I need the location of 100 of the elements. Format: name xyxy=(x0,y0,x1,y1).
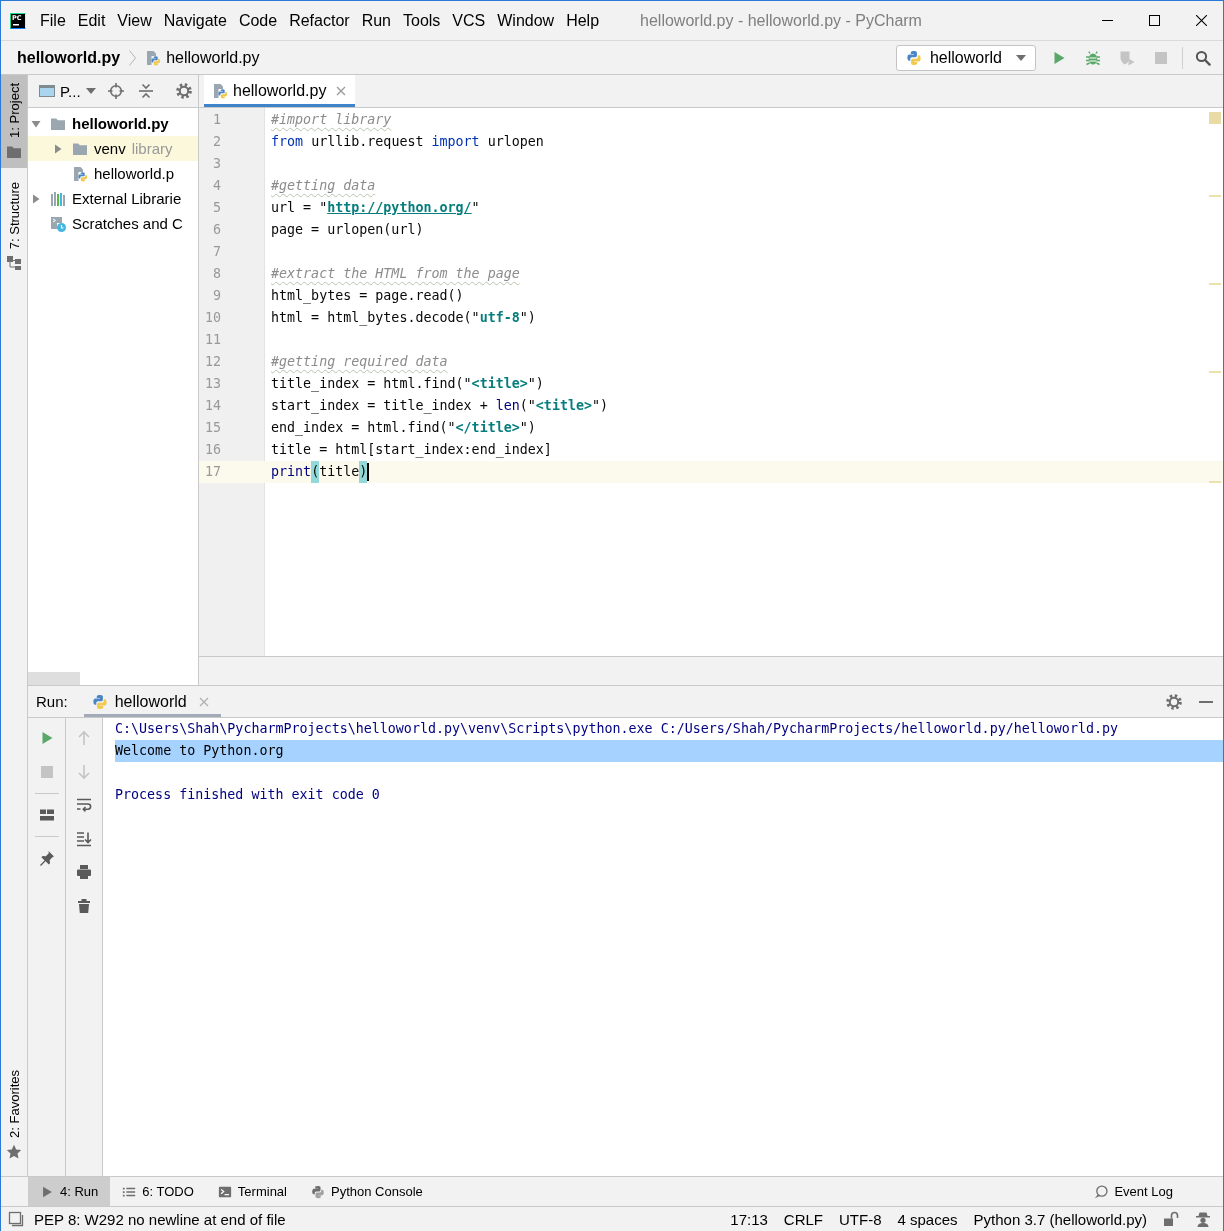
code-line: page = urlopen(url) xyxy=(271,221,424,239)
line-number: 2 xyxy=(211,133,221,151)
code-line: #getting data xyxy=(271,177,376,195)
status-widget[interactable]: 17:13 xyxy=(730,1210,768,1228)
python-logo-icon xyxy=(311,1184,325,1199)
minimize-icon[interactable] xyxy=(1199,700,1213,703)
run-configuration-dropdown[interactable]: helloworld xyxy=(895,44,1036,71)
line-number: 11 xyxy=(203,331,221,349)
text-cursor xyxy=(367,463,370,481)
python-logo-icon xyxy=(905,49,922,66)
menu-item[interactable]: Refactor xyxy=(283,10,356,31)
menu-item[interactable]: Navigate xyxy=(157,10,233,31)
tool-window-tab[interactable]: 1: Project xyxy=(1,75,27,168)
code-line: #extract the HTML from the page xyxy=(271,265,520,283)
code-line: #import library xyxy=(271,111,392,129)
menu-item[interactable]: Code xyxy=(232,10,284,31)
crosshair-icon[interactable] xyxy=(107,83,124,99)
maximize-icon[interactable] xyxy=(1149,15,1160,26)
person-hat-icon[interactable] xyxy=(1195,1211,1211,1227)
matching-brace: ( xyxy=(311,461,320,483)
code-line: url = "http://python.org/" xyxy=(271,199,480,217)
console-line: C:\Users\Shah\PycharmProjects\helloworld.py\venv\Scripts\python.exe C:/Users/Shah/PycharmProjects/helloworld.py/helloworld.py xyxy=(115,720,1119,738)
line-number: 13 xyxy=(203,375,221,393)
code-line: from urllib.request import urlopen xyxy=(271,133,544,151)
menu-item[interactable]: File xyxy=(34,10,72,31)
lock-icon[interactable] xyxy=(1163,1211,1179,1227)
terminal-icon xyxy=(217,1184,232,1199)
play-icon xyxy=(40,1184,54,1199)
line-number: 14 xyxy=(203,397,221,415)
console-line: Process finished with exit code 0 xyxy=(115,786,380,804)
tree-item[interactable]: External Librarie xyxy=(30,186,182,211)
speech-bubble-icon xyxy=(1094,1184,1109,1199)
star-icon xyxy=(6,1144,22,1160)
collapse-icon[interactable] xyxy=(137,83,154,99)
triangle-right-icon[interactable] xyxy=(52,142,64,155)
status-widget[interactable]: CRLF xyxy=(783,1210,823,1228)
menu-item[interactable]: View xyxy=(111,10,158,31)
code-line: title = html[start_index:end_index] xyxy=(271,441,552,460)
run-tab[interactable]: helloworld xyxy=(83,686,221,717)
matching-brace: ) xyxy=(359,461,368,483)
menu-item[interactable]: Window xyxy=(491,10,561,31)
scroll-to-end-icon[interactable] xyxy=(76,830,92,847)
line-number: 12 xyxy=(203,353,221,371)
scrollbar-thumb[interactable] xyxy=(28,672,80,685)
code-line: start_index = title_index + len("<title>") xyxy=(271,397,609,416)
layout-icon[interactable] xyxy=(38,807,55,823)
view-dropdown[interactable]: P... xyxy=(39,82,96,100)
code-line: end_index = html.find("</title>") xyxy=(271,419,536,438)
window-icon xyxy=(39,83,55,99)
menu-item[interactable]: Run xyxy=(355,10,397,31)
triangle-right-icon[interactable] xyxy=(30,192,42,205)
line-number: 9 xyxy=(211,287,221,305)
window-icon[interactable] xyxy=(8,1211,24,1227)
gear-icon[interactable] xyxy=(1166,693,1182,710)
status-message: PEP 8: W292 no newline at end of file xyxy=(34,1210,286,1228)
line-number: 16 xyxy=(203,441,221,459)
tool-window-tab[interactable]: 2: Favorites xyxy=(1,1062,27,1168)
tool-window-tab[interactable]: 7: Structure xyxy=(1,173,27,280)
line-number: 1 xyxy=(211,111,221,129)
scratch-clock-icon xyxy=(50,215,66,232)
status-widget[interactable]: Python 3.7 (helloworld.py) xyxy=(973,1210,1147,1228)
breadcrumb[interactable]: helloworld.py xyxy=(17,48,121,67)
python-file-icon xyxy=(145,49,162,66)
code-line: html_bytes = page.read() xyxy=(271,287,464,306)
tool-window-button[interactable]: 4: Run xyxy=(28,1177,111,1206)
line-number: 6 xyxy=(211,221,221,239)
tree-item[interactable]: Scratches and C xyxy=(30,211,183,236)
tool-window-button[interactable]: 6: TODO xyxy=(110,1177,206,1206)
code-line: #getting required data xyxy=(271,353,448,371)
breadcrumb[interactable]: helloworld.py xyxy=(145,48,260,67)
soft-wrap-icon[interactable] xyxy=(76,797,92,813)
tool-window-button[interactable]: Python Console xyxy=(299,1177,435,1206)
search-icon[interactable] xyxy=(1195,49,1211,66)
panel-title: Run: xyxy=(36,693,68,710)
tool-window-button[interactable]: Terminal xyxy=(205,1177,299,1206)
status-widget[interactable]: 4 spaces xyxy=(897,1210,958,1228)
python-file-icon xyxy=(212,83,228,99)
tree-item[interactable]: helloworld.p xyxy=(52,161,175,186)
menu-item[interactable]: VCS xyxy=(446,10,492,31)
editor-tab[interactable]: helloworld.py xyxy=(204,75,356,107)
caret-down-icon xyxy=(85,88,96,94)
trash-icon[interactable] xyxy=(76,897,92,914)
bug-icon[interactable] xyxy=(1085,49,1101,66)
tree-item[interactable]: venv library xyxy=(28,136,198,161)
gear-icon[interactable] xyxy=(175,83,192,99)
close-icon[interactable] xyxy=(1196,15,1207,26)
printer-icon[interactable] xyxy=(76,864,92,880)
status-widget[interactable]: UTF-8 xyxy=(839,1210,882,1228)
line-number: 5 xyxy=(211,199,221,217)
menu-item[interactable]: Help xyxy=(560,10,606,31)
tree-item[interactable]: helloworld.py xyxy=(30,111,169,136)
menu-item[interactable]: Edit xyxy=(71,10,112,31)
structure-icon xyxy=(6,255,22,272)
pin-icon[interactable] xyxy=(38,850,55,866)
menu-item[interactable]: Tools xyxy=(397,10,447,31)
tool-window-button[interactable]: Event Log xyxy=(1082,1177,1185,1206)
line-number: 8 xyxy=(211,265,221,283)
chevron-right-icon xyxy=(129,49,137,66)
line-number: 3 xyxy=(211,155,221,173)
code-line: title_index = html.find("<title>") xyxy=(271,375,544,394)
